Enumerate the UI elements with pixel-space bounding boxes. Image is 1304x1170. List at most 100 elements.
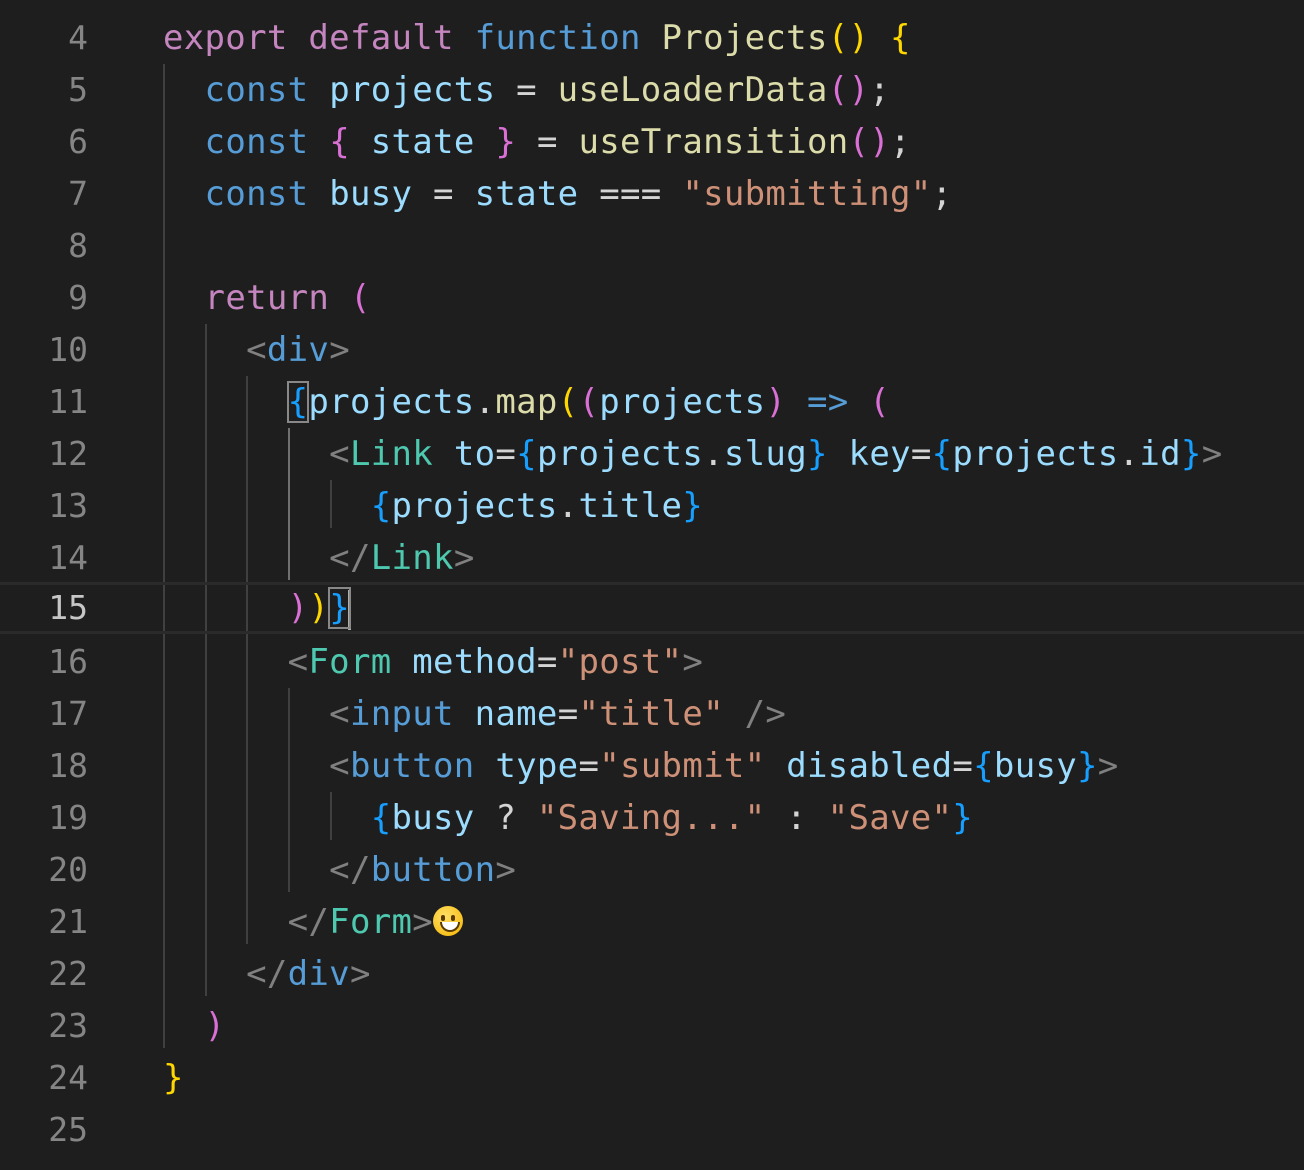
line-number: 7 <box>68 174 88 213</box>
line-code[interactable]: return ( <box>163 272 371 324</box>
code-line[interactable]: 14 </Link> <box>0 532 1304 584</box>
line-code[interactable]: ))} <box>163 585 351 631</box>
function-name: Projects <box>661 18 828 58</box>
variable: state <box>370 122 475 162</box>
code-line[interactable]: 18 <button type="submit" disabled={busy}… <box>0 740 1304 792</box>
property: id <box>1139 434 1181 474</box>
matching-bracket: { <box>286 381 310 423</box>
string: "title" <box>578 694 724 734</box>
code-line[interactable]: 20 </button> <box>0 844 1304 896</box>
line-code[interactable]: <input name="title" /> <box>163 688 786 740</box>
attribute: key <box>848 434 911 474</box>
function-call: useLoaderData <box>557 70 828 110</box>
parameter: projects <box>599 382 766 422</box>
attribute: method <box>412 642 537 682</box>
code-line[interactable]: 17 <input name="title" /> <box>0 688 1304 740</box>
variable: busy <box>391 798 475 838</box>
line-code[interactable]: {busy ? "Saving..." : "Save"} <box>163 792 973 844</box>
code-line[interactable]: 8 <box>0 220 1304 272</box>
line-number: 6 <box>68 122 88 161</box>
code-line[interactable]: 5 const projects = useLoaderData(); <box>0 64 1304 116</box>
variable: projects <box>391 486 558 526</box>
function-call: useTransition <box>578 122 849 162</box>
variable: projects <box>536 434 704 474</box>
keyword: return <box>204 278 330 318</box>
line-code[interactable]: {projects.map((projects) => ( <box>163 376 890 428</box>
tag-name: div <box>266 330 330 370</box>
line-code[interactable]: {projects.title} <box>163 480 703 532</box>
keyword: const <box>204 174 309 214</box>
line-code[interactable]: </Form> <box>163 896 464 948</box>
code-editor[interactable]: 4 export default function Projects() { 5… <box>0 0 1304 1170</box>
line-code[interactable]: <div> <box>163 324 350 376</box>
string: "Saving..." <box>536 798 766 838</box>
line-code[interactable]: const projects = useLoaderData(); <box>163 64 890 116</box>
line-code[interactable]: export default function Projects() { <box>163 12 911 64</box>
code-line[interactable]: 25 <box>0 1104 1304 1156</box>
tag-name: div <box>287 954 350 994</box>
component-name: Form <box>329 902 413 942</box>
line-code[interactable]: <button type="submit" disabled={busy}> <box>163 740 1119 792</box>
variable: state <box>474 174 579 214</box>
code-line[interactable]: 21 </Form> <box>0 896 1304 948</box>
code-line[interactable]: 7 const busy = state === "submitting"; <box>0 168 1304 220</box>
line-number: 21 <box>48 902 88 941</box>
line-number: 12 <box>48 434 88 473</box>
code-line[interactable]: 9 return ( <box>0 272 1304 324</box>
line-code[interactable]: </Link> <box>163 532 475 584</box>
code-line[interactable]: 16 <Form method="post"> <box>0 636 1304 688</box>
code-line[interactable]: 24 } <box>0 1052 1304 1104</box>
line-number: 8 <box>68 226 88 265</box>
code-line[interactable]: 19 {busy ? "Saving..." : "Save"} <box>0 792 1304 844</box>
tag-name: input <box>349 694 454 734</box>
code-line[interactable]: 23 ) <box>0 1000 1304 1052</box>
code-line[interactable]: 6 const { state } = useTransition(); <box>0 116 1304 168</box>
line-code[interactable]: ) <box>163 1000 225 1052</box>
string: "submit" <box>599 746 766 786</box>
keyword: const <box>204 70 309 110</box>
line-code[interactable]: } <box>163 1052 184 1104</box>
component-name: Link <box>370 538 454 578</box>
string: "post" <box>557 642 683 682</box>
tag-name: button <box>349 746 475 786</box>
keyword: default <box>308 18 454 58</box>
line-number: 23 <box>48 1006 88 1045</box>
variable: projects <box>308 382 475 422</box>
line-code[interactable]: </button> <box>163 844 516 896</box>
property: title <box>578 486 683 526</box>
line-number: 16 <box>48 642 88 681</box>
string: "Save" <box>827 798 953 838</box>
component-name: Link <box>349 434 434 474</box>
line-code[interactable]: <Form method="post"> <box>163 636 703 688</box>
line-number: 9 <box>68 278 88 317</box>
variable: busy <box>993 746 1078 786</box>
code-line-current[interactable]: 15 ))} <box>0 582 1304 634</box>
line-number: 11 <box>48 382 88 421</box>
line-code[interactable]: const { state } = useTransition(); <box>163 116 911 168</box>
variable: busy <box>329 174 413 214</box>
line-number: 13 <box>48 486 88 525</box>
line-number: 20 <box>48 850 88 889</box>
code-line[interactable]: 22 </div> <box>0 948 1304 1000</box>
line-number: 24 <box>48 1058 88 1097</box>
keyword: export <box>163 18 288 58</box>
attribute: name <box>474 694 558 734</box>
string: "submitting" <box>682 174 932 214</box>
tag-name: button <box>370 850 496 890</box>
code-line[interactable]: 12 <Link to={projects.slug} key={project… <box>0 428 1304 480</box>
line-code[interactable]: <Link to={projects.slug} key={projects.i… <box>163 428 1222 480</box>
matching-bracket: } <box>328 587 351 629</box>
keyword: const <box>204 122 309 162</box>
line-code[interactable]: const busy = state === "submitting"; <box>163 168 952 220</box>
code-line[interactable]: 11 {projects.map((projects) => ( <box>0 376 1304 428</box>
line-number: 14 <box>48 538 88 577</box>
code-line[interactable]: 4 export default function Projects() { <box>0 12 1304 64</box>
property: slug <box>723 434 807 474</box>
line-code[interactable]: </div> <box>163 948 371 1000</box>
code-line[interactable]: 13 {projects.title} <box>0 480 1304 532</box>
line-number: 15 <box>48 588 88 627</box>
code-line[interactable]: 10 <div> <box>0 324 1304 376</box>
grinning-face-icon <box>433 905 464 936</box>
attribute: type <box>495 746 579 786</box>
component-name: Form <box>308 642 392 682</box>
